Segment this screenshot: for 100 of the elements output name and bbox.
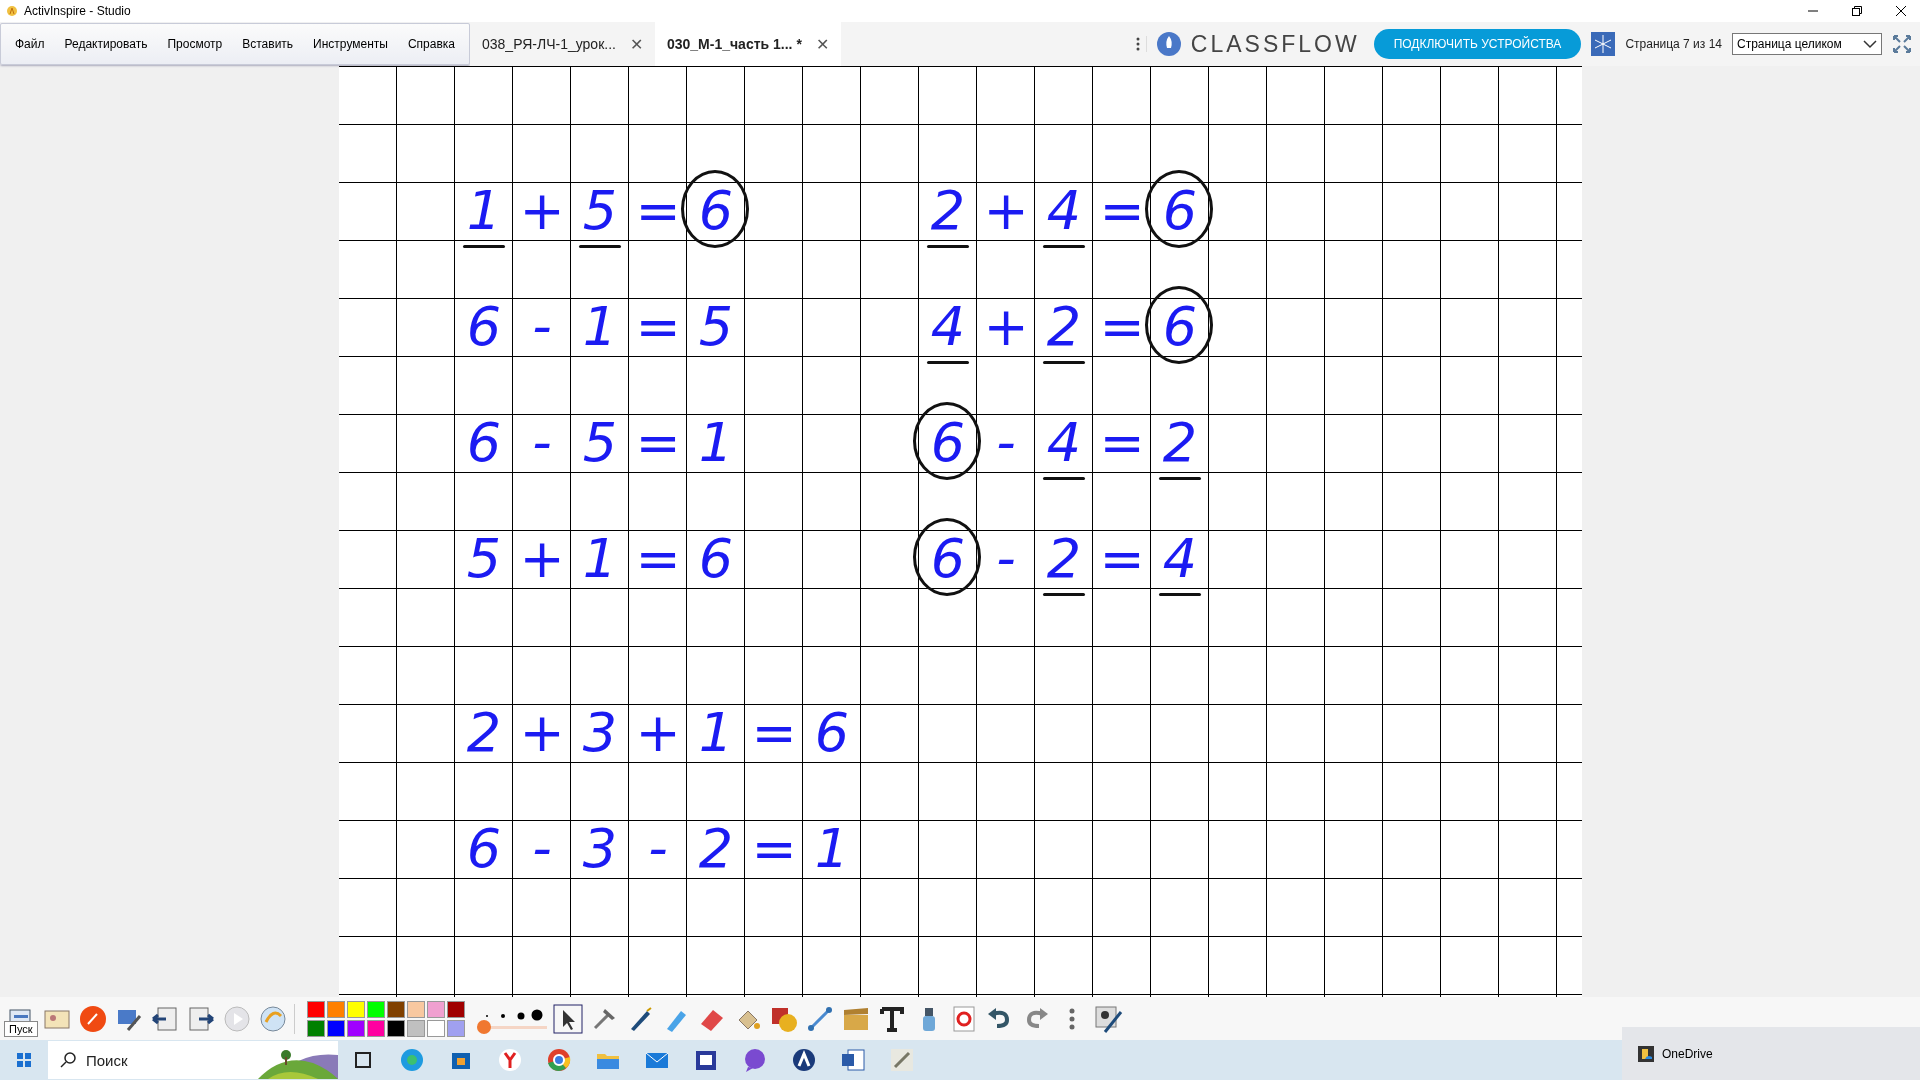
handwritten-symbol: 1 bbox=[814, 822, 850, 876]
handwritten-symbol: 3 bbox=[582, 706, 618, 760]
color-swatch[interactable] bbox=[427, 1000, 445, 1018]
handwritten-symbol: 6 bbox=[1162, 184, 1198, 238]
handwritten-symbol: - bbox=[532, 416, 552, 470]
color-swatch[interactable] bbox=[447, 1000, 465, 1018]
handwritten-symbol: 4 bbox=[1046, 416, 1082, 470]
handwritten-symbol: + bbox=[983, 300, 1029, 354]
color-swatch[interactable] bbox=[367, 1000, 385, 1018]
color-swatch[interactable] bbox=[347, 1019, 365, 1037]
handwritten-symbol: = bbox=[635, 532, 681, 586]
handwritten-symbol: + bbox=[519, 706, 565, 760]
color-swatch[interactable] bbox=[407, 1019, 425, 1037]
cursor-icon[interactable] bbox=[553, 1003, 583, 1034]
handwritten-symbol: 2 bbox=[1046, 300, 1082, 354]
handwritten-symbol: = bbox=[1099, 184, 1145, 238]
document-tab[interactable]: 030_М-1_часть 1... * ✕ bbox=[654, 22, 841, 66]
handwritten-symbol: 4 bbox=[1162, 532, 1198, 586]
signature-icon[interactable] bbox=[1093, 1003, 1123, 1034]
handwritten-symbol: 1 bbox=[466, 184, 502, 238]
menu-item[interactable]: Вставить bbox=[232, 37, 304, 51]
handwritten-symbol: 6 bbox=[466, 822, 502, 876]
handwritten-symbol: - bbox=[532, 822, 552, 876]
menu-item[interactable]: Инструменты bbox=[303, 37, 398, 51]
close-tab-icon[interactable]: ✕ bbox=[815, 34, 829, 54]
color-swatch[interactable] bbox=[327, 1019, 345, 1037]
handwritten-symbol: = bbox=[751, 706, 797, 760]
page-indicator: Страница 7 из 14 bbox=[1625, 37, 1722, 51]
handwritten-symbol: = bbox=[751, 822, 797, 876]
pen-width-slider[interactable] bbox=[477, 1020, 491, 1034]
search-field[interactable]: Поиск bbox=[48, 1041, 338, 1079]
close-tab-icon[interactable]: ✕ bbox=[629, 34, 643, 54]
brand-logo: CLASSFLOW bbox=[1190, 30, 1361, 58]
handwritten-symbol: 1 bbox=[698, 416, 734, 470]
color-swatch[interactable] bbox=[387, 1000, 405, 1018]
pen-size-icon[interactable] bbox=[485, 1008, 543, 1022]
tooltip: Пуск bbox=[4, 1021, 38, 1037]
dropdown-caret-icon[interactable] bbox=[1863, 39, 1877, 49]
snowflake-icon[interactable] bbox=[1591, 32, 1616, 56]
color-swatch[interactable] bbox=[427, 1019, 445, 1037]
color-swatch[interactable] bbox=[387, 1019, 405, 1037]
color-swatch[interactable] bbox=[307, 1019, 325, 1037]
notification[interactable]: OneDrive bbox=[1622, 1027, 1920, 1080]
close-icon[interactable] bbox=[1896, 6, 1906, 16]
color-swatch[interactable] bbox=[347, 1000, 365, 1018]
window-title: ActivInspire - Studio bbox=[24, 4, 131, 18]
handwritten-symbol: 6 bbox=[930, 416, 966, 470]
handwritten-symbol: 2 bbox=[466, 706, 502, 760]
handwritten-symbol: 3 bbox=[582, 822, 618, 876]
color-swatch[interactable] bbox=[367, 1019, 385, 1037]
handwritten-symbol: 2 bbox=[698, 822, 734, 876]
handwritten-symbol: - bbox=[996, 416, 1016, 470]
search-icon bbox=[60, 1052, 76, 1068]
handwritten-symbol: = bbox=[1099, 300, 1145, 354]
handwritten-symbol: 2 bbox=[1162, 416, 1198, 470]
handwritten-symbol: 1 bbox=[582, 300, 618, 354]
handwritten-symbol: 6 bbox=[814, 706, 850, 760]
handwritten-symbol: 6 bbox=[466, 300, 502, 354]
handwritten-symbol: - bbox=[996, 532, 1016, 586]
pen-circle-icon[interactable] bbox=[78, 1003, 108, 1034]
handwritten-symbol: = bbox=[635, 184, 681, 238]
handwritten-symbol: + bbox=[519, 184, 565, 238]
handwritten-symbol: 2 bbox=[930, 184, 966, 238]
handwritten-symbol: 1 bbox=[582, 532, 618, 586]
handwritten-symbol: = bbox=[1099, 532, 1145, 586]
handwritten-symbol: 6 bbox=[1162, 300, 1198, 354]
handwritten-symbol: = bbox=[1099, 416, 1145, 470]
handwritten-symbol: 5 bbox=[582, 416, 618, 470]
globe-icon[interactable] bbox=[258, 1003, 288, 1034]
handwritten-symbol: + bbox=[635, 706, 681, 760]
zoom-select[interactable]: Страница целиком bbox=[1732, 33, 1882, 55]
handwritten-symbol: 6 bbox=[466, 416, 502, 470]
color-swatch[interactable] bbox=[407, 1000, 425, 1018]
onedrive-icon bbox=[1638, 1045, 1654, 1062]
notification-label: OneDrive bbox=[1662, 1046, 1713, 1061]
handwritten-symbol: 6 bbox=[698, 532, 734, 586]
menu-item[interactable]: Редактировать bbox=[54, 37, 158, 51]
menu-item[interactable]: Файл bbox=[5, 37, 55, 51]
handwritten-symbol: 5 bbox=[698, 300, 734, 354]
handwritten-symbol: 5 bbox=[466, 532, 502, 586]
handwritten-symbol: 4 bbox=[930, 300, 966, 354]
app-icon bbox=[6, 5, 18, 17]
handwritten-symbol: 1 bbox=[698, 706, 734, 760]
restore-icon[interactable] bbox=[1852, 6, 1862, 16]
handwritten-symbol: 6 bbox=[930, 532, 966, 586]
handwritten-symbol: 5 bbox=[582, 184, 618, 238]
handwritten-symbol: 2 bbox=[1046, 532, 1082, 586]
menu-item[interactable]: Просмотр bbox=[157, 37, 233, 51]
color-swatch[interactable] bbox=[447, 1019, 465, 1037]
handwritten-symbol: - bbox=[648, 822, 668, 876]
handwritten-symbol: 6 bbox=[698, 184, 734, 238]
color-swatch[interactable] bbox=[307, 1000, 325, 1018]
handwritten-symbol: + bbox=[519, 532, 565, 586]
menu-item[interactable]: Справка bbox=[397, 37, 465, 51]
handwritten-symbol: = bbox=[635, 300, 681, 354]
fullscreen-icon[interactable] bbox=[1892, 34, 1912, 54]
handwritten-symbol: - bbox=[532, 300, 552, 354]
color-swatch[interactable] bbox=[327, 1000, 345, 1018]
handwritten-symbol: + bbox=[983, 184, 1029, 238]
handwritten-symbol: 4 bbox=[1046, 184, 1082, 238]
